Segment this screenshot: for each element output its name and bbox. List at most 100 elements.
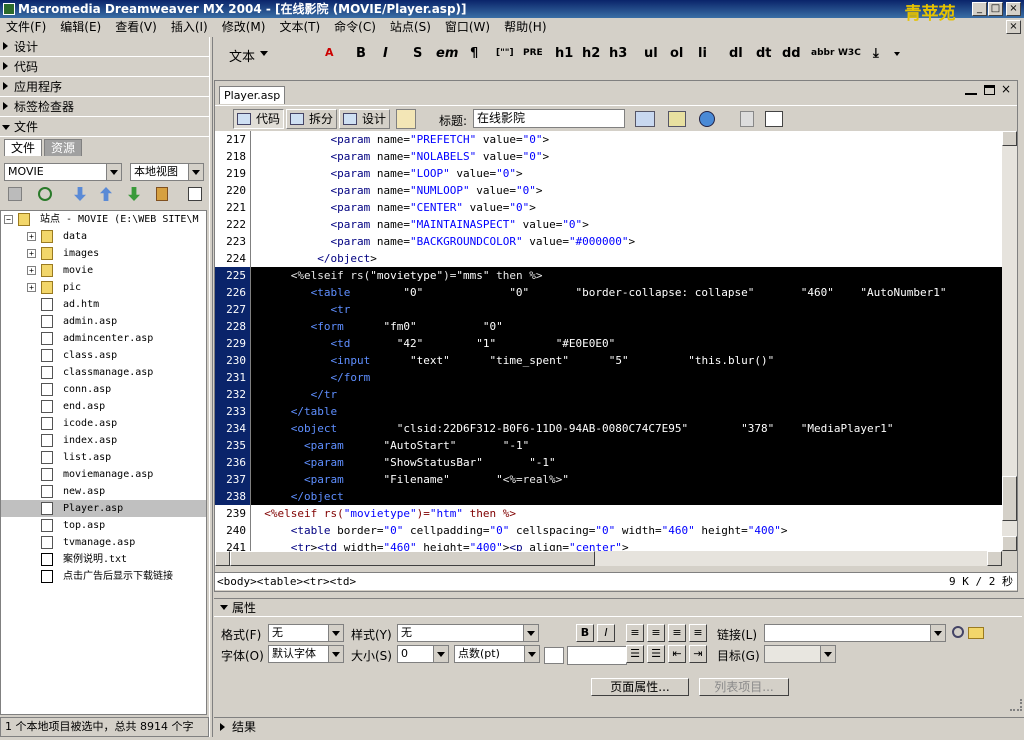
- insert-em[interactable]: em: [436, 46, 458, 61]
- menu-file[interactable]: 文件(F): [6, 20, 46, 34]
- panel-design[interactable]: 设计: [0, 37, 209, 57]
- code-view-button[interactable]: 代码: [233, 109, 285, 129]
- code-line[interactable]: <param name="NOLABELS" value="0">: [251, 148, 1002, 165]
- design-view-button[interactable]: 设计: [339, 109, 391, 129]
- line-number[interactable]: 229: [215, 335, 250, 352]
- menu-view[interactable]: 查看(V): [115, 20, 157, 34]
- link-input[interactable]: [764, 624, 946, 642]
- line-number[interactable]: 227: [215, 301, 250, 318]
- menu-help[interactable]: 帮助(H): [504, 20, 546, 34]
- put-file-icon[interactable]: [100, 187, 112, 201]
- code-line[interactable]: <table border="0" cellspacing="0" style=…: [251, 284, 1002, 301]
- vertical-scrollbar[interactable]: [1002, 131, 1017, 551]
- line-number[interactable]: 231: [215, 369, 250, 386]
- close-button[interactable]: ×: [1006, 2, 1021, 16]
- title-input[interactable]: 在线影院: [473, 109, 625, 128]
- refresh-icon[interactable]: [38, 187, 52, 201]
- expand-icon[interactable]: +: [27, 282, 36, 292]
- maximize-button[interactable]: □: [988, 2, 1003, 16]
- doc-close-icon[interactable]: ×: [1001, 82, 1011, 96]
- file-item[interactable]: admin.asp: [1, 313, 206, 330]
- code-line[interactable]: <input type="text" name="time_spent" siz…: [251, 352, 1002, 369]
- line-number[interactable]: 237: [215, 471, 250, 488]
- align-left-icon[interactable]: ≡: [626, 624, 644, 642]
- insert-paragraph[interactable]: ¶: [470, 46, 478, 61]
- document-tab[interactable]: Player.asp: [219, 86, 285, 104]
- ordered-list-icon[interactable]: ☰: [647, 645, 665, 663]
- color-input[interactable]: [567, 646, 627, 665]
- target-select[interactable]: [764, 645, 836, 663]
- doc-minimize-icon[interactable]: [965, 85, 977, 95]
- menu-window[interactable]: 窗口(W): [445, 20, 490, 34]
- collapse-icon[interactable]: −: [4, 214, 13, 224]
- code-line[interactable]: </form>: [251, 369, 1002, 386]
- scroll-left-button[interactable]: [215, 551, 230, 566]
- line-number[interactable]: 232: [215, 386, 250, 403]
- size-select[interactable]: 0: [397, 645, 449, 663]
- expand-icon[interactable]: [188, 187, 202, 201]
- scroll-up-button[interactable]: [1002, 131, 1017, 146]
- get-file-icon[interactable]: [74, 187, 86, 201]
- file-item[interactable]: index.asp: [1, 432, 206, 449]
- live-data-icon[interactable]: [396, 109, 416, 129]
- panel-files[interactable]: 文件: [0, 117, 209, 137]
- code-editor[interactable]: <param name="PREFETCH" value="0"> <param…: [251, 131, 1002, 551]
- code-line[interactable]: <tr>: [251, 301, 1002, 318]
- site-select[interactable]: MOVIE: [4, 163, 122, 181]
- code-line[interactable]: </tr>: [251, 386, 1002, 403]
- doc-restore-icon[interactable]: [984, 85, 995, 95]
- code-line[interactable]: <form name="fm0" onsubmit="0">: [251, 318, 1002, 335]
- code-line[interactable]: </object>: [251, 488, 1002, 505]
- file-item[interactable]: tvmanage.asp: [1, 534, 206, 551]
- font-tag-icon[interactable]: A: [325, 46, 334, 59]
- indent-icon[interactable]: ⇥: [689, 645, 707, 663]
- insert-h2[interactable]: h2: [582, 46, 600, 61]
- line-number[interactable]: 238: [215, 488, 250, 505]
- line-number[interactable]: 219: [215, 165, 250, 182]
- code-line[interactable]: <param name="Filename" value="<%=real%>"…: [251, 471, 1002, 488]
- insert-ol[interactable]: ol: [670, 46, 683, 61]
- insert-ul[interactable]: ul: [644, 46, 658, 61]
- check-out-icon[interactable]: [128, 187, 140, 201]
- file-item[interactable]: moviemanage.asp: [1, 466, 206, 483]
- line-number[interactable]: 225: [215, 267, 250, 284]
- outdent-icon[interactable]: ⇤: [668, 645, 686, 663]
- line-number[interactable]: 223: [215, 233, 250, 250]
- insert-dd[interactable]: dd: [782, 46, 801, 61]
- point-to-file-icon[interactable]: [952, 626, 964, 638]
- file-item[interactable]: admincenter.asp: [1, 330, 206, 347]
- line-number[interactable]: 222: [215, 216, 250, 233]
- file-item[interactable]: ad.htm: [1, 296, 206, 313]
- results-panel[interactable]: 结果: [214, 717, 1024, 737]
- file-item[interactable]: class.asp: [1, 347, 206, 364]
- code-line[interactable]: <param name="AutoStart" value="-1">: [251, 437, 1002, 454]
- connect-icon[interactable]: [8, 187, 22, 201]
- menu-modify[interactable]: 修改(M): [222, 20, 266, 34]
- insert-li[interactable]: li: [698, 46, 707, 61]
- tab-assets[interactable]: 资源: [44, 139, 83, 156]
- unordered-list-icon[interactable]: ☰: [626, 645, 644, 663]
- tab-files[interactable]: 文件: [4, 139, 43, 156]
- minimize-button[interactable]: _: [972, 2, 987, 16]
- file-item[interactable]: top.asp: [1, 517, 206, 534]
- check-in-icon[interactable]: [156, 187, 168, 201]
- view-select[interactable]: 本地视图: [130, 163, 204, 181]
- code-line[interactable]: <%elseif rs("movietype")="htm" then %>: [251, 505, 1002, 522]
- code-line[interactable]: <param name="MAINTAINASPECT" value="0">: [251, 216, 1002, 233]
- file-item[interactable]: 案例说明.txt: [1, 551, 206, 568]
- panel-application[interactable]: 应用程序: [0, 77, 209, 97]
- line-number[interactable]: 235: [215, 437, 250, 454]
- view-options-icon[interactable]: [765, 111, 783, 127]
- panel-code[interactable]: 代码: [0, 57, 209, 77]
- split-view-button[interactable]: 拆分: [286, 109, 338, 129]
- insert-h3[interactable]: h3: [609, 46, 627, 61]
- line-number[interactable]: 239: [215, 505, 250, 522]
- code-line[interactable]: <param name="CENTER" value="0">: [251, 199, 1002, 216]
- code-line[interactable]: <td width="42" height="1" bgcolor="#E0E0…: [251, 335, 1002, 352]
- code-line[interactable]: <table border="0" cellpadding="0" cellsp…: [251, 522, 1002, 539]
- insert-bold[interactable]: B: [356, 46, 366, 61]
- format-select[interactable]: 无: [268, 624, 344, 642]
- code-line[interactable]: <param name="NUMLOOP" value="0">: [251, 182, 1002, 199]
- unit-select[interactable]: 点数(pt): [454, 645, 540, 663]
- hscroll-thumb[interactable]: [230, 551, 595, 566]
